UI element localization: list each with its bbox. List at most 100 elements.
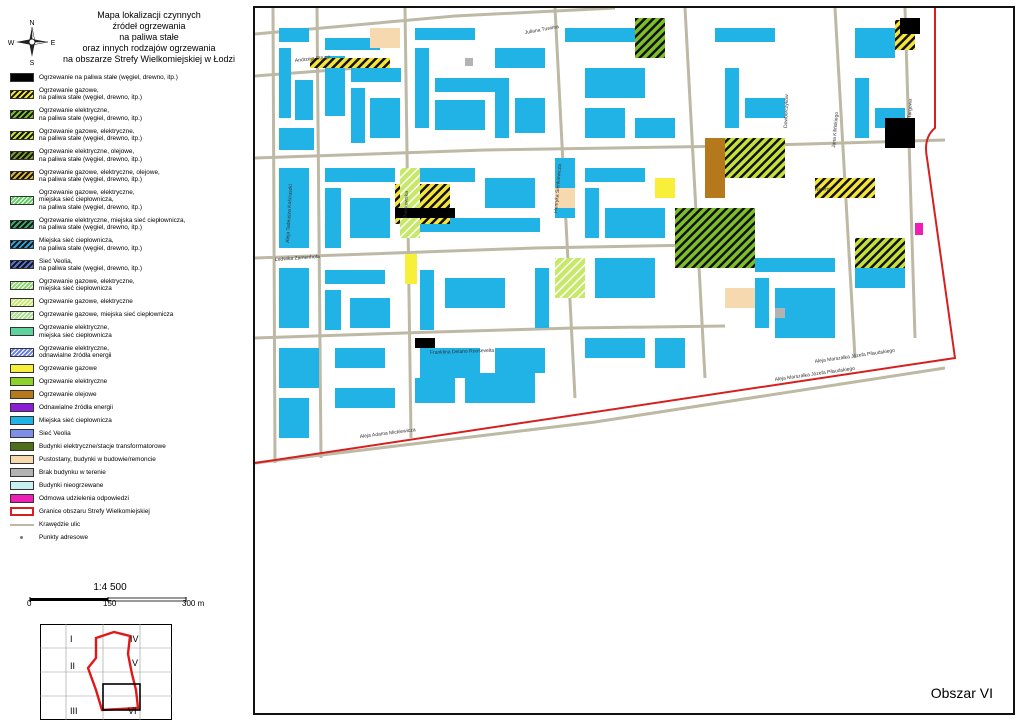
legend-item: Krawędzie ulic <box>10 521 242 528</box>
legend-item: Ogrzewanie olejowe <box>10 390 242 400</box>
legend-label-line: na paliwa stałe (węgiel, drewno, itp.) <box>39 265 143 272</box>
legend-item: Ogrzewanie gazowe, na paliwa stałe (węgie… <box>10 87 242 102</box>
legend-item: Ogrzewanie na paliwa stałe (węgiel, drew… <box>10 73 242 83</box>
scale-tick-0: 0 <box>27 599 32 608</box>
legend-swatch <box>10 280 34 290</box>
legend-label-line: Odmowa udzielenia odpowiedzi <box>39 495 129 503</box>
legend-swatch <box>10 297 34 307</box>
legend-label: Sieć Veolia <box>39 430 71 437</box>
legend-label-line: Ogrzewanie elektryczne <box>39 378 108 386</box>
legend-swatch <box>10 260 34 270</box>
legend-label-line: Brak budynku w terenie <box>39 469 106 477</box>
legend-item: Ogrzewanie gazowe <box>10 364 242 374</box>
legend-label-line: Miejska sieć ciepłownicza, <box>39 237 114 245</box>
legend-swatch <box>10 403 34 413</box>
legend-label: Krawędzie ulic <box>39 521 80 528</box>
legend-item: Ogrzewanie gazowe, elektryczne <box>10 297 242 307</box>
legend-label: Ogrzewanie elektryczne, olejowe, na paliw… <box>39 148 142 163</box>
legend-label-line: Ogrzewanie gazowe, elektryczne <box>39 298 133 306</box>
legend-item: Granice obszaru Strefy Wielkomiejskiej <box>10 507 242 517</box>
legend-swatch <box>10 520 34 529</box>
legend-label: Brak budynku w terenie <box>39 469 106 476</box>
street-label: Piotrkowska <box>403 191 410 218</box>
legend-label-line: Budynki elektryczne/stacje transformator… <box>39 443 166 451</box>
legend-label-line: Ogrzewanie elektryczne, <box>39 344 109 352</box>
legend-label: Odnawialne źródła energii <box>39 404 113 411</box>
legend-title-line: na obszarze Strefy Wielkomiejskiej w Łod… <box>62 54 236 64</box>
compass-s: S <box>30 60 35 66</box>
legend-swatch <box>10 89 34 99</box>
legend-title-line: źródeł ogrzewania <box>112 21 186 31</box>
legend-item: Ogrzewanie gazowe, elektryczne, olejowe,… <box>10 169 242 184</box>
area-label: Obszar VI <box>930 685 993 701</box>
legend-label: Ogrzewanie gazowe, na paliwa stałe (węgie… <box>39 87 142 102</box>
legend-label: Sieć Veolia, na paliwa stałe (węgiel, dre… <box>39 258 142 273</box>
legend-label: Budynki nieogrzewane <box>39 482 103 489</box>
legend-label-line: Ogrzewanie gazowe, miejska sieć ciepłown… <box>39 311 174 319</box>
legend-item: Miejska sieć ciepłownicza <box>10 416 242 426</box>
legend-label-line: Ogrzewanie na paliwa stałe (węgiel, drew… <box>39 74 178 81</box>
legend-label: Ogrzewanie elektryczne, miejska sieć cie… <box>39 217 185 232</box>
legend-swatch <box>10 310 34 320</box>
legend-swatch <box>10 130 34 140</box>
legend-label-line: na paliwa stałe (węgiel, drewno, itp.) <box>39 135 143 143</box>
legend-label-line: Miejska sieć ciepłownicza <box>39 417 112 425</box>
legend-item: Pustostany, budynki w budowie/remoncie <box>10 455 242 465</box>
legend-swatch <box>10 481 34 491</box>
legend-item: Ogrzewanie gazowe, miejska sieć ciepłown… <box>10 310 242 320</box>
legend-label-line: miejska sieć ciepłownicza <box>39 331 112 339</box>
index-label: I <box>70 634 73 644</box>
legend-swatch <box>10 219 34 229</box>
legend-swatch <box>10 429 34 439</box>
legend-label-line: odnawialne źródła energii <box>39 352 112 360</box>
legend-label: Ogrzewanie gazowe, elektryczne, olejowe,… <box>39 169 160 184</box>
map-canvas[interactable]: Andrzeja Struga Juliana Tuwima Ludwika Z… <box>255 8 1015 715</box>
map-frame[interactable]: Andrzeja Struga Juliana Tuwima Ludwika Z… <box>253 6 1015 715</box>
legend-label: Ogrzewanie olejowe <box>39 391 97 398</box>
legend-label: Odmowa udzielenia odpowiedzi <box>39 495 129 502</box>
legend-swatch <box>10 377 34 387</box>
legend-label-line: Granice obszaru Strefy Wielkomiejskiej <box>39 508 150 516</box>
legend-label-line: na paliwa stałe (węgiel, drewno, itp.) <box>39 176 143 183</box>
index-label: III <box>70 706 78 716</box>
legend-label-line: na paliwa stałe (węgiel, drewno, itp.) <box>39 244 143 252</box>
street-label: Nawrot <box>815 186 832 193</box>
legend-label: Budynki elektryczne/stacje transformator… <box>39 443 166 450</box>
legend-label-line: Odnawialne źródła energii <box>39 404 113 412</box>
legend-panel: N S W E Mapa lokalizacji czynnych źródeł… <box>0 0 245 725</box>
legend-label: Granice obszaru Strefy Wielkomiejskiej <box>39 508 150 515</box>
compass-e: E <box>51 40 56 47</box>
legend-label-line: na paliwa stałe (węgiel, drewno, itp.) <box>39 155 143 163</box>
legend-item: Brak budynku w terenie <box>10 468 242 478</box>
legend-label: Miejska sieć ciepłownicza <box>39 417 112 424</box>
legend-swatch <box>10 73 34 83</box>
legend-swatch <box>10 494 34 504</box>
legend-title-line: na paliwa stałe <box>119 32 179 42</box>
legend-label-line: Budynki nieogrzewane <box>39 482 104 490</box>
scale-ratio: 1:4 500 <box>93 582 127 593</box>
legend-item: Odnawialne źródła energii <box>10 403 242 413</box>
legend-label-line: Sieć Veolia <box>39 430 71 438</box>
legend-swatch <box>10 240 34 250</box>
legend-swatch <box>10 468 34 478</box>
scale-tick-300: 300 m <box>182 599 205 608</box>
legend-label-line: Ogrzewanie gazowe <box>39 365 97 373</box>
legend-item: Ogrzewanie elektryczne, miejska sieć cie… <box>10 217 242 232</box>
legend-swatch <box>10 533 34 542</box>
legend-label-line: na paliwa stałe (węgiel, drewno, itp.) <box>39 114 143 122</box>
legend-label-line: Ogrzewanie elektryczne, miejska sieć cie… <box>39 216 186 224</box>
legend-label: Ogrzewanie elektryczne, odnawialne źródła… <box>39 345 111 360</box>
index-label: V <box>132 658 138 668</box>
legend-swatch <box>10 416 34 426</box>
legend-label: Ogrzewanie gazowe <box>39 365 97 372</box>
legend-swatch <box>10 390 34 400</box>
legend-label: Ogrzewanie elektryczne <box>39 378 107 385</box>
legend-swatch <box>10 171 34 181</box>
legend-swatch <box>10 442 34 452</box>
compass-rose-icon: N S W E <box>8 20 56 66</box>
legend-label-line: Ogrzewanie elektryczne, <box>39 107 109 115</box>
legend-item: Sieć Veolia, na paliwa stałe (węgiel, dre… <box>10 258 242 273</box>
legend-item: Sieć Veolia <box>10 429 242 439</box>
compass-w: W <box>8 40 15 47</box>
legend-label-line: na paliwa stałe (węgiel, drewno, itp.) <box>39 203 143 211</box>
